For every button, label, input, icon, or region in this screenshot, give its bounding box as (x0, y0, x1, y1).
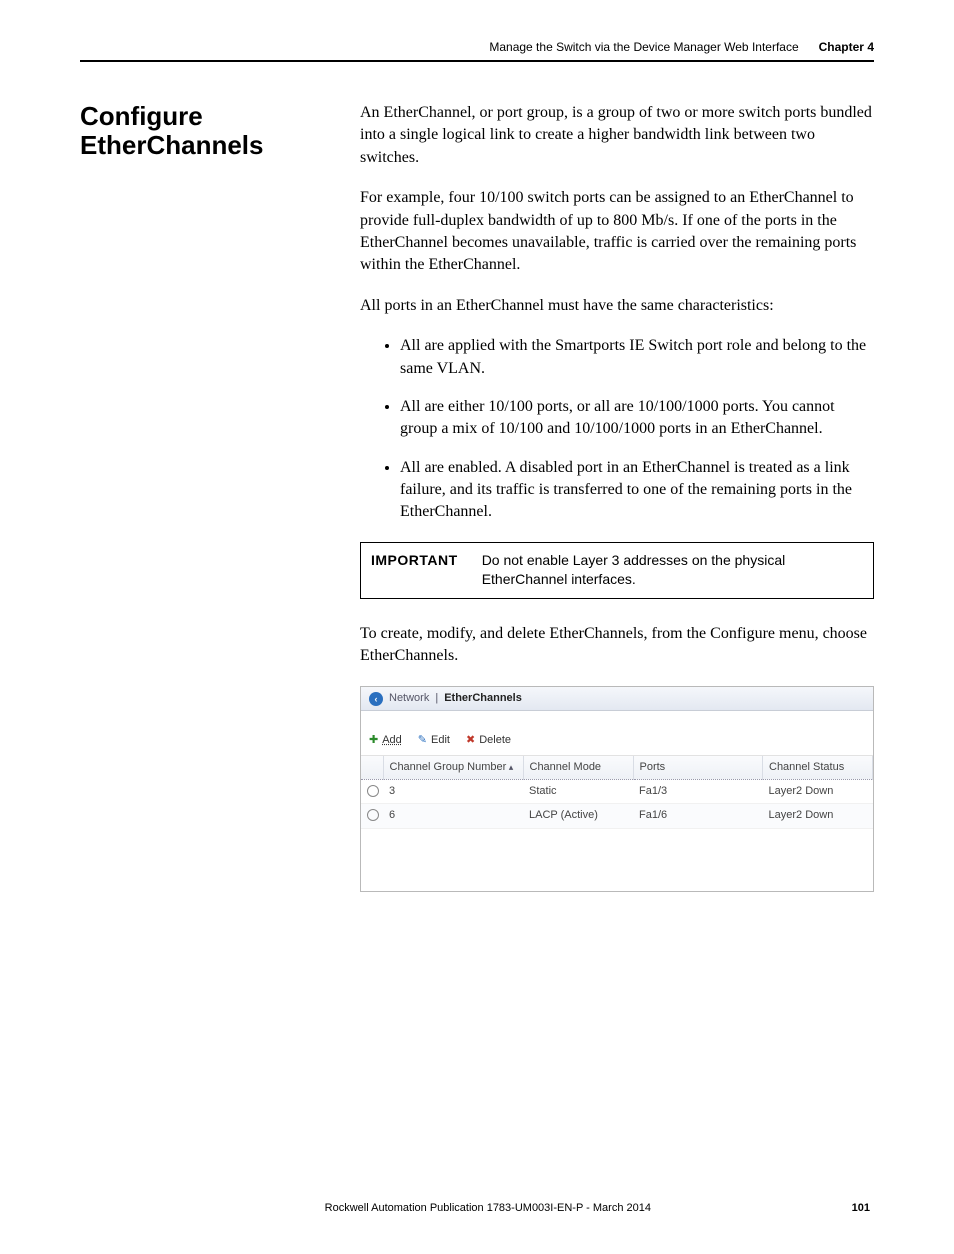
section-heading: Configure EtherChannels (80, 102, 330, 159)
paragraph: All ports in an EtherChannel must have t… (360, 295, 874, 317)
important-text: Do not enable Layer 3 addresses on the p… (482, 551, 863, 590)
publication-info: Rockwell Automation Publication 1783-UM0… (124, 1202, 852, 1214)
breadcrumb-current: EtherChannels (444, 691, 522, 706)
delete-button[interactable]: ✖ Delete (466, 733, 511, 748)
paragraph: For example, four 10/100 switch ports ca… (360, 187, 874, 277)
cell-channel-mode: LACP (Active) (523, 804, 633, 828)
cell-group-number: 3 (383, 780, 523, 804)
page-number: 101 (852, 1202, 870, 1214)
edit-label: Edit (431, 733, 450, 748)
table-row[interactable]: 6 LACP (Active) Fa1/6 Layer2 Down (361, 804, 873, 828)
characteristics-list: All are applied with the Smartports IE S… (360, 335, 874, 524)
col-channel-status[interactable]: Channel Status (763, 756, 873, 780)
plus-icon: ✚ (369, 733, 378, 748)
edit-button[interactable]: ✎ Edit (418, 733, 450, 748)
pencil-icon: ✎ (418, 733, 427, 748)
cell-group-number: 6 (383, 804, 523, 828)
list-item: All are applied with the Smartports IE S… (400, 335, 874, 380)
body-column: An EtherChannel, or port group, is a gro… (360, 102, 874, 892)
x-icon: ✖ (466, 733, 475, 748)
chapter-title: Manage the Switch via the Device Manager… (489, 40, 798, 54)
toolbar: ✚ Add ✎ Edit ✖ Delete (361, 727, 873, 755)
radio-icon[interactable] (367, 785, 379, 797)
etherchannels-table: Channel Group Number Channel Mode Ports … (361, 756, 873, 891)
col-channel-mode[interactable]: Channel Mode (523, 756, 633, 780)
important-label: IMPORTANT (371, 551, 458, 571)
running-header: Manage the Switch via the Device Manager… (80, 40, 874, 62)
cell-ports: Fa1/3 (633, 780, 763, 804)
page-footer: Rockwell Automation Publication 1783-UM0… (80, 1202, 874, 1214)
cell-channel-mode: Static (523, 780, 633, 804)
radio-header (361, 756, 383, 780)
col-channel-group[interactable]: Channel Group Number (383, 756, 523, 780)
list-item: All are either 10/100 ports, or all are … (400, 396, 874, 441)
paragraph: An EtherChannel, or port group, is a gro… (360, 102, 874, 169)
cell-channel-status: Layer2 Down (763, 804, 873, 828)
important-callout: IMPORTANT Do not enable Layer 3 addresse… (360, 542, 874, 599)
add-button[interactable]: ✚ Add (369, 733, 402, 748)
etherchannels-panel: ‹ Network | EtherChannels ✚ Add ✎ Edit (360, 686, 874, 892)
radio-icon[interactable] (367, 809, 379, 821)
table-header-row: Channel Group Number Channel Mode Ports … (361, 756, 873, 780)
breadcrumb: ‹ Network | EtherChannels (361, 687, 873, 711)
col-ports[interactable]: Ports (633, 756, 763, 780)
cell-channel-status: Layer2 Down (763, 780, 873, 804)
breadcrumb-separator: | (435, 691, 438, 706)
delete-label: Delete (479, 733, 511, 748)
paragraph: To create, modify, and delete EtherChann… (360, 623, 874, 668)
cell-ports: Fa1/6 (633, 804, 763, 828)
table-row[interactable]: 3 Static Fa1/3 Layer2 Down (361, 780, 873, 804)
table-spacer (361, 828, 873, 891)
chapter-number: Chapter 4 (819, 40, 874, 54)
add-label: Add (382, 733, 402, 748)
list-item: All are enabled. A disabled port in an E… (400, 457, 874, 524)
breadcrumb-parent[interactable]: Network (389, 691, 429, 706)
back-icon[interactable]: ‹ (369, 692, 383, 706)
